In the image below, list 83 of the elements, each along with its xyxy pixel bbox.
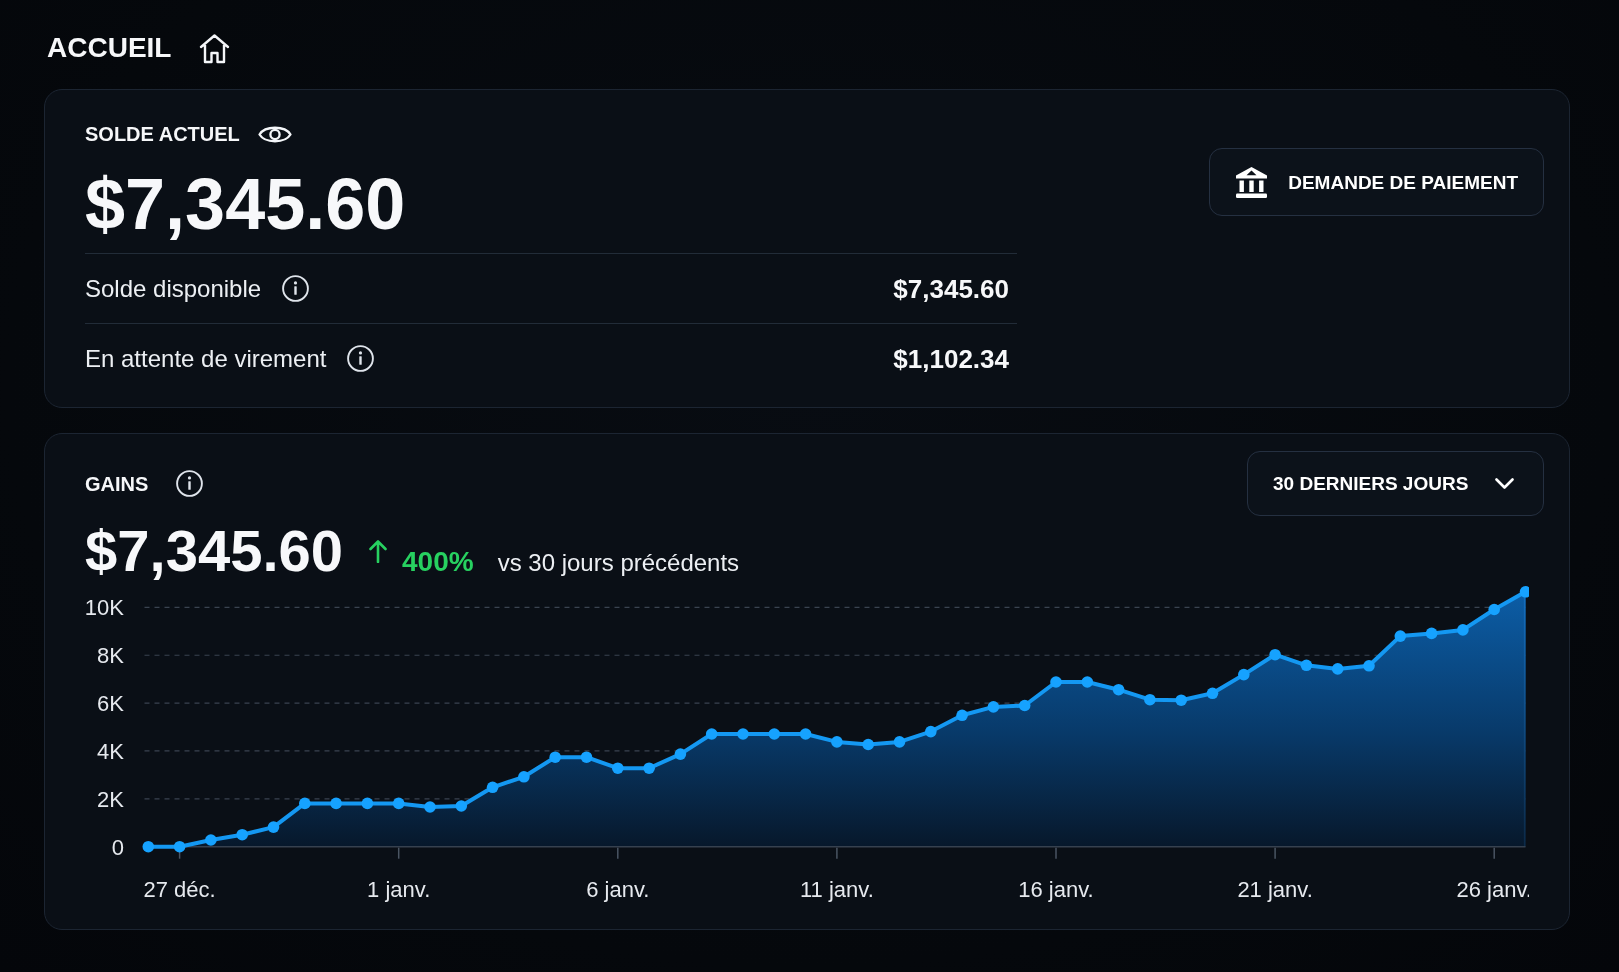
data-point <box>1300 659 1313 672</box>
data-point <box>674 748 687 760</box>
data-point <box>1425 627 1438 640</box>
data-point <box>455 800 468 812</box>
data-point <box>1144 693 1156 706</box>
chevron-down-icon <box>1495 478 1514 489</box>
data-point <box>424 801 436 813</box>
earnings-amount: $7,345.60 <box>85 522 344 580</box>
data-point <box>267 821 280 833</box>
data-point <box>549 751 561 763</box>
axis-label: 2K <box>97 786 124 812</box>
payout-button[interactable]: DEMANDE DE PAIEMENT <box>1209 148 1544 216</box>
data-point <box>956 709 968 722</box>
section-title: SOLDE ACTUEL <box>85 124 240 144</box>
axis-label: 6 janv. <box>586 877 650 902</box>
data-point <box>299 797 311 810</box>
data-point <box>1331 663 1344 675</box>
data-point <box>173 840 186 853</box>
data-point <box>236 828 248 841</box>
axis-tick <box>1274 846 1276 860</box>
data-point <box>1018 699 1031 712</box>
balance-value: $7,345.60 <box>893 275 1009 302</box>
data-point <box>1519 586 1529 598</box>
data-point <box>705 728 718 740</box>
data-point <box>799 728 812 740</box>
balance-amount: $7,345.60 <box>85 168 407 240</box>
home-icon <box>198 31 232 65</box>
axis-label: 10K <box>85 595 124 621</box>
data-point <box>1488 603 1500 616</box>
data-point <box>486 781 499 794</box>
axis-tick <box>836 846 838 860</box>
data-point <box>392 797 405 810</box>
data-point <box>580 751 593 763</box>
axis-label: 26 janv. <box>1456 877 1529 902</box>
axis-tick <box>1055 846 1057 860</box>
data-point <box>893 736 906 748</box>
data-point <box>612 762 624 774</box>
data-point <box>768 728 781 740</box>
data-point <box>1363 660 1375 672</box>
data-point <box>1112 683 1125 696</box>
data-point <box>737 728 749 740</box>
data-point <box>1269 648 1281 661</box>
axis-tick <box>397 846 400 860</box>
axis-label: 27 déc. <box>143 877 216 902</box>
data-point <box>1050 676 1062 688</box>
data-point <box>330 797 342 810</box>
data-point <box>1394 630 1407 642</box>
axis-label: 11 janv. <box>800 877 874 902</box>
axis-tick <box>1493 846 1495 860</box>
balance-value: $1,102.34 <box>893 345 1009 372</box>
axis-label: 6K <box>97 691 124 717</box>
axis-label: 1 janv. <box>367 877 431 902</box>
axis-label: 16 janv. <box>1018 877 1094 902</box>
period-dropdown[interactable]: 30 DERNIERS JOURS <box>1247 451 1544 516</box>
data-point <box>1175 694 1187 706</box>
axis-label: 0 <box>111 834 124 860</box>
bank-icon <box>1235 165 1269 199</box>
info-icon <box>176 470 204 497</box>
comparison-text: vs 30 jours précédents <box>497 551 740 575</box>
data-point <box>643 762 655 774</box>
axis-label: 4K <box>97 738 124 764</box>
data-point <box>831 736 843 748</box>
axis-label: 21 janv. <box>1237 877 1313 902</box>
data-point <box>1081 676 1094 688</box>
data-point <box>987 701 1000 713</box>
data-point <box>1457 624 1469 636</box>
data-point <box>925 725 937 738</box>
page-title: ACCUEIL <box>47 34 172 62</box>
data-point <box>518 771 530 783</box>
data-point <box>361 797 374 810</box>
section-title: GAINS <box>85 473 149 494</box>
balance-label: En attente de virement <box>85 346 327 371</box>
data-point <box>205 834 217 846</box>
axis-label: 8K <box>97 643 124 669</box>
balance-label: Solde disponible <box>85 276 262 301</box>
data-point <box>862 738 874 751</box>
info-icon <box>347 345 375 372</box>
change-percent: 400% <box>402 548 474 576</box>
data-point <box>1206 687 1219 700</box>
data-point <box>142 840 155 853</box>
axis-tick <box>617 846 619 860</box>
info-icon <box>282 275 310 302</box>
data-point <box>1238 668 1250 681</box>
